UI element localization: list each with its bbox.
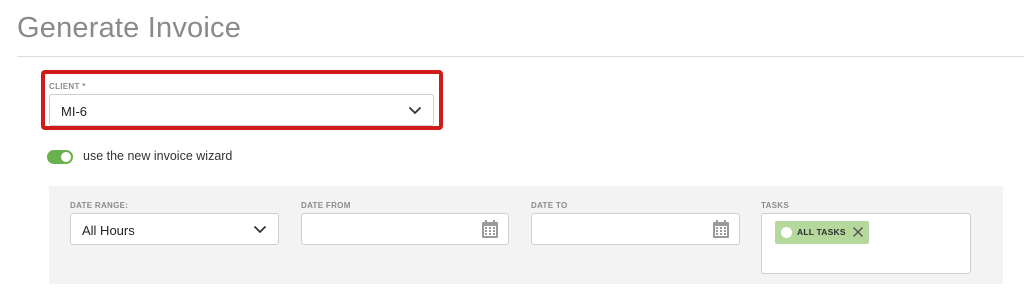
client-label: CLIENT * (49, 82, 86, 91)
date-from-input[interactable] (301, 213, 509, 245)
date-range-value: All Hours (82, 223, 135, 238)
filter-panel: DATE RANGE: All Hours DATE FROM DATE TO … (49, 186, 1003, 284)
date-to-input[interactable] (531, 213, 740, 245)
date-range-label: DATE RANGE: (70, 201, 129, 210)
date-from-label: DATE FROM (301, 201, 351, 210)
chevron-down-icon (409, 107, 421, 114)
task-chip-label: ALL TASKS (797, 227, 846, 237)
invoice-wizard-toggle[interactable] (47, 150, 73, 164)
client-select[interactable]: MI-6 (49, 94, 434, 126)
tasks-multiselect[interactable]: ALL TASKS (761, 213, 971, 274)
task-chip[interactable]: ALL TASKS (775, 221, 869, 244)
date-to-label: DATE TO (531, 201, 568, 210)
client-value: MI-6 (61, 104, 87, 119)
toggle-knob (61, 152, 71, 162)
generate-invoice-page: Generate Invoice CLIENT * MI-6 use the n… (0, 0, 1024, 301)
date-range-select[interactable]: All Hours (70, 213, 279, 245)
chevron-down-icon (254, 226, 266, 233)
title-divider (17, 56, 1024, 57)
calendar-icon[interactable] (481, 220, 499, 239)
page-title: Generate Invoice (17, 12, 242, 44)
invoice-wizard-toggle-label: use the new invoice wizard (83, 149, 233, 163)
tasks-label: TASKS (761, 201, 790, 210)
chip-dot-icon (781, 227, 792, 238)
calendar-icon[interactable] (712, 220, 730, 239)
close-icon[interactable] (852, 226, 864, 238)
